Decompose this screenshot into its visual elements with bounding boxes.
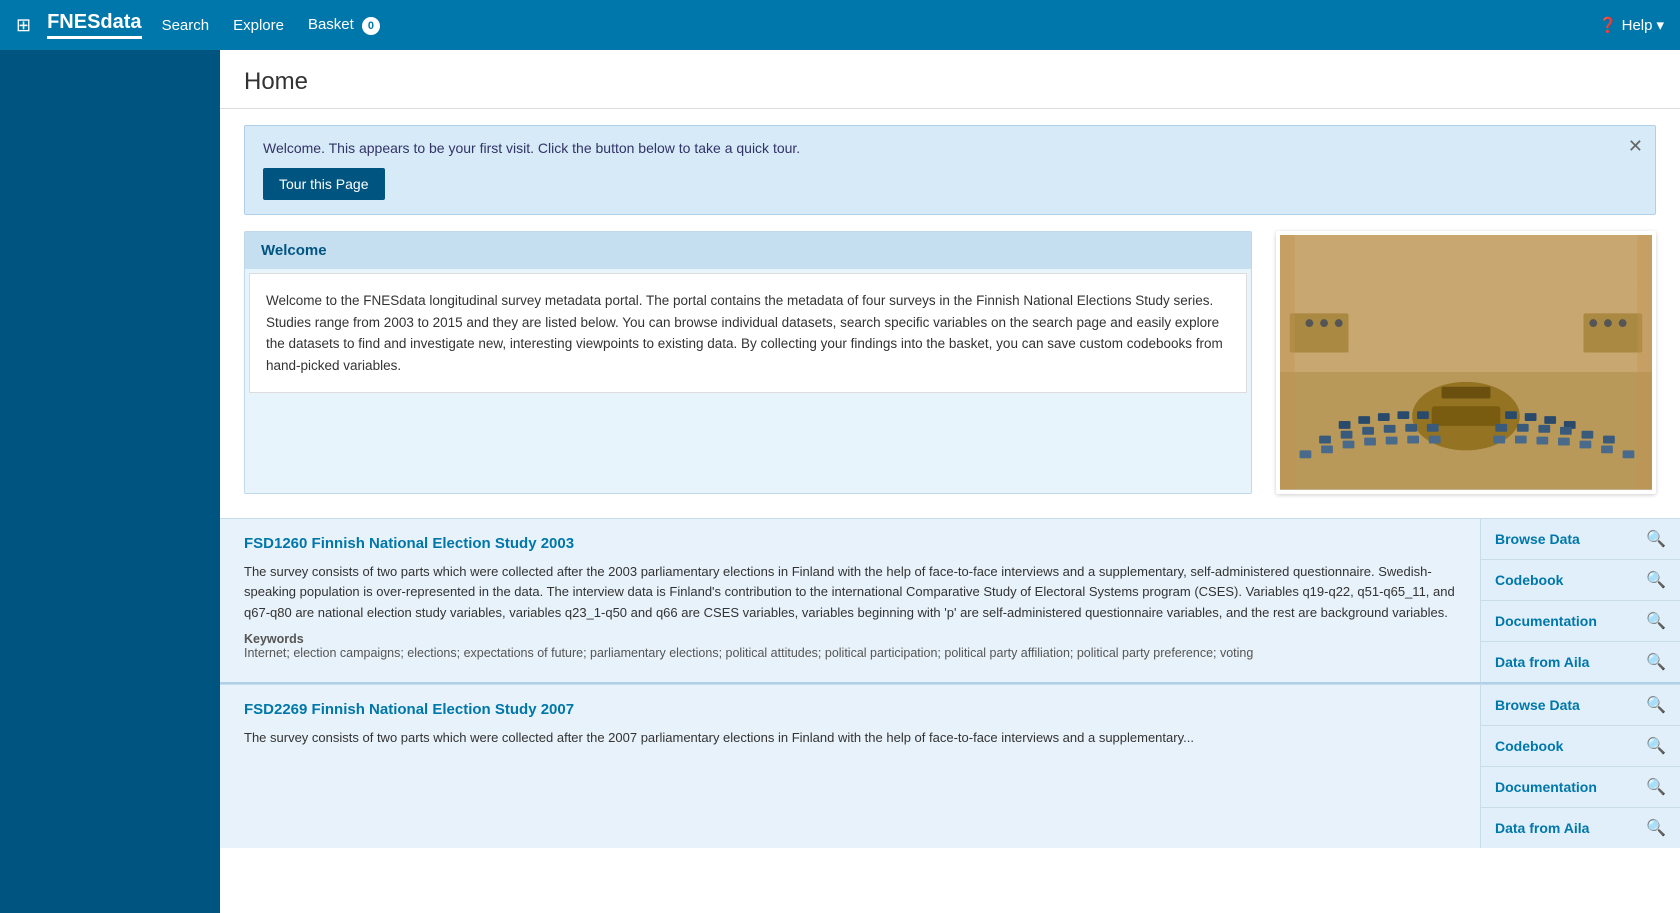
codebook-fsd2269[interactable]: Codebook 🔍 [1481, 726, 1680, 767]
dataset-desc-fsd2269: The survey consists of two parts which w… [244, 728, 1456, 749]
data-from-aila-fsd2269[interactable]: Data from Aila 🔍 [1481, 808, 1680, 848]
documentation-fsd2269[interactable]: Documentation 🔍 [1481, 767, 1680, 808]
search-icon: 🔍 [1646, 529, 1666, 549]
codebook-fsd1260[interactable]: Codebook 🔍 [1481, 560, 1680, 601]
parliament-image [1276, 231, 1656, 494]
welcome-body: Welcome to the FNESdata longitudinal sur… [249, 273, 1247, 393]
dataset-actions-fsd2269: Browse Data 🔍 Codebook 🔍 Documentation 🔍… [1480, 685, 1680, 848]
search-icon: 🔍 [1646, 736, 1666, 756]
help-icon: ❓ [1599, 16, 1618, 34]
search-icon: 🔍 [1646, 777, 1666, 797]
dataset-content-fsd2269: FSD2269 Finnish National Election Study … [220, 685, 1480, 848]
page-wrapper: Home Welcome. This appears to be your fi… [220, 50, 1680, 913]
dataset-title-fsd1260[interactable]: FSD1260 Finnish National Election Study … [244, 535, 1456, 552]
dataset-actions-fsd1260: Browse Data 🔍 Codebook 🔍 Documentation 🔍… [1480, 519, 1680, 682]
browse-data-fsd1260[interactable]: Browse Data 🔍 [1481, 519, 1680, 560]
nav-basket[interactable]: Basket 0 [308, 16, 380, 35]
navbar: ⊞ FNESdata Search Explore Basket 0 ❓ Hel… [0, 0, 1680, 50]
tour-close-button[interactable]: ✕ [1628, 136, 1643, 157]
page-title: Home [244, 68, 1656, 96]
search-icon: 🔍 [1646, 818, 1666, 838]
documentation-fsd1260[interactable]: Documentation 🔍 [1481, 601, 1680, 642]
search-icon: 🔍 [1646, 570, 1666, 590]
nav-search[interactable]: Search [162, 17, 210, 34]
dataset-title-fsd2269[interactable]: FSD2269 Finnish National Election Study … [244, 701, 1456, 718]
basket-count: 0 [362, 17, 380, 35]
search-icon: 🔍 [1646, 611, 1666, 631]
dataset-entry-fsd1260: FSD1260 Finnish National Election Study … [220, 518, 1680, 682]
search-icon: 🔍 [1646, 695, 1666, 715]
dataset-desc-fsd1260: The survey consists of two parts which w… [244, 562, 1456, 624]
help-link[interactable]: ❓ Help ▾ [1599, 16, 1664, 34]
dataset-entry-fsd2269: FSD2269 Finnish National Election Study … [220, 684, 1680, 848]
welcome-box: Welcome Welcome to the FNESdata longitud… [244, 231, 1252, 494]
search-icon: 🔍 [1646, 652, 1666, 672]
browse-data-fsd2269[interactable]: Browse Data 🔍 [1481, 685, 1680, 726]
dataset-keywords-fsd1260: Keywords Internet; election campaigns; e… [244, 632, 1456, 660]
tour-button[interactable]: Tour this Page [263, 168, 385, 200]
help-chevron-icon: ▾ [1656, 16, 1664, 34]
grid-icon[interactable]: ⊞ [16, 15, 31, 36]
page-header: Home [220, 50, 1680, 109]
navbar-right: ❓ Help ▾ [1599, 16, 1664, 34]
tour-banner: Welcome. This appears to be your first v… [244, 125, 1656, 215]
data-from-aila-fsd1260[interactable]: Data from Aila 🔍 [1481, 642, 1680, 682]
dataset-content-fsd1260: FSD1260 Finnish National Election Study … [220, 519, 1480, 682]
sidebar [0, 0, 220, 913]
tour-message: Welcome. This appears to be your first v… [263, 140, 1637, 156]
welcome-heading: Welcome [245, 232, 1251, 269]
nav-links: Search Explore Basket 0 [162, 16, 380, 35]
brand-logo: FNESdata [47, 11, 141, 39]
welcome-section: Welcome Welcome to the FNESdata longitud… [244, 231, 1656, 494]
datasets-section: FSD1260 Finnish National Election Study … [220, 518, 1680, 848]
nav-explore[interactable]: Explore [233, 17, 284, 34]
